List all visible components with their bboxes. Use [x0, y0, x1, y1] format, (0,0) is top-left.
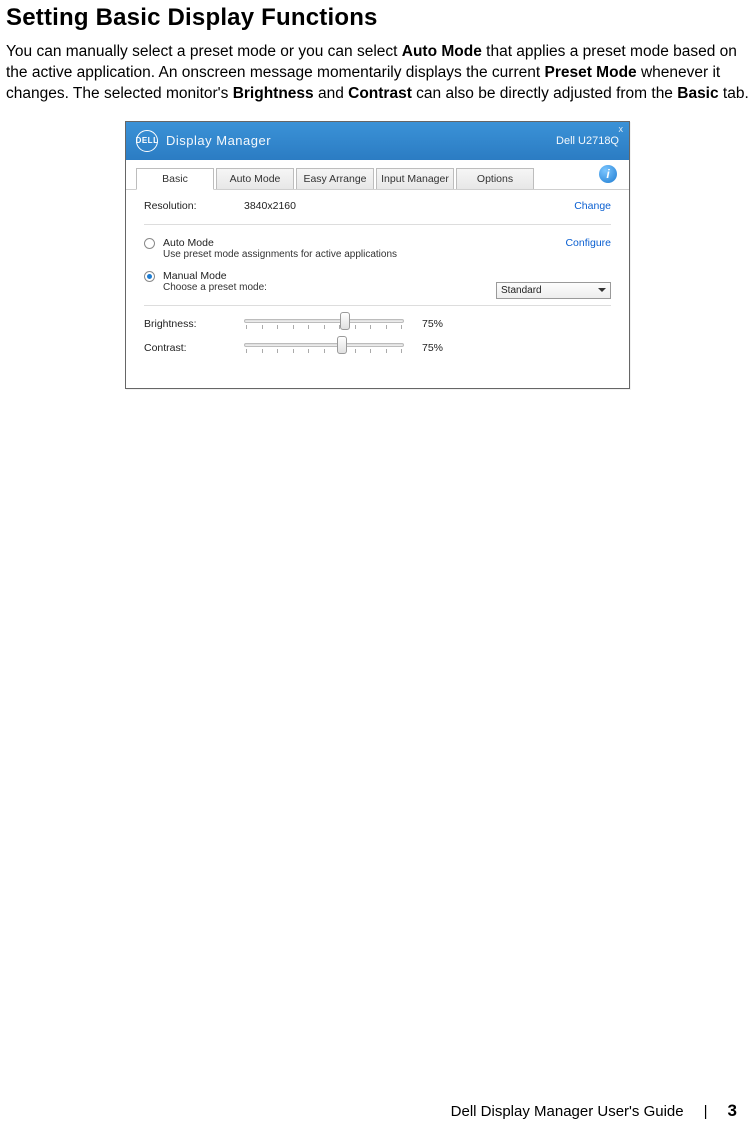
preset-mode-selected: Standard [501, 285, 542, 296]
contrast-term: Contrast [348, 85, 412, 102]
contrast-label: Contrast: [144, 342, 244, 354]
contrast-thumb[interactable] [337, 336, 347, 354]
page-footer: Dell Display Manager User's Guide | 3 [451, 1101, 737, 1121]
separator [144, 305, 611, 306]
auto-mode-title: Auto Mode [163, 237, 397, 249]
contrast-row: Contrast: 75% [144, 342, 611, 354]
preset-mode-term: Preset Mode [544, 64, 636, 81]
info-icon[interactable]: i [599, 165, 617, 183]
brightness-term: Brightness [233, 85, 314, 102]
change-resolution-link[interactable]: Change [574, 200, 611, 212]
close-icon[interactable]: x [619, 124, 624, 134]
contrast-slider[interactable] [244, 343, 404, 353]
app-title: Display Manager [166, 133, 271, 148]
tab-basic[interactable]: Basic [136, 168, 214, 190]
tab-bar: Basic Auto Mode Easy Arrange Input Manag… [126, 160, 629, 190]
auto-mode-radio[interactable] [144, 238, 155, 249]
app-window: DELL Display Manager Dell U2718Q x Basic… [125, 121, 630, 389]
auto-mode-subtitle: Use preset mode assignments for active a… [163, 249, 397, 260]
tab-options[interactable]: Options [456, 168, 534, 189]
dell-logo-icon: DELL [136, 130, 158, 152]
tab-easy-arrange[interactable]: Easy Arrange [296, 168, 374, 189]
contrast-value: 75% [422, 342, 443, 354]
configure-link[interactable]: Configure [565, 237, 611, 249]
brightness-label: Brightness: [144, 318, 244, 330]
manual-mode-option: Manual Mode Choose a preset mode: Standa… [144, 270, 611, 293]
brightness-value: 75% [422, 318, 443, 330]
intro-text: tab. [719, 85, 749, 102]
monitor-model: Dell U2718Q [556, 135, 619, 147]
intro-text: can also be directly adjusted from the [412, 85, 677, 102]
resolution-row: Resolution: 3840x2160 Change [144, 200, 611, 212]
basic-panel: Resolution: 3840x2160 Change Auto Mode U… [126, 190, 629, 388]
footer-guide-title: Dell Display Manager User's Guide [451, 1103, 684, 1120]
intro-paragraph: You can manually select a preset mode or… [6, 42, 749, 105]
title-bar: DELL Display Manager Dell U2718Q x [126, 122, 629, 160]
basic-term: Basic [677, 85, 718, 102]
auto-mode-term: Auto Mode [402, 43, 482, 60]
intro-text: and [314, 85, 348, 102]
tab-input-manager[interactable]: Input Manager [376, 168, 454, 189]
brightness-row: Brightness: 75% [144, 318, 611, 330]
manual-mode-title: Manual Mode [163, 270, 267, 282]
brightness-slider[interactable] [244, 319, 404, 329]
section-heading: Setting Basic Display Functions [6, 4, 749, 32]
manual-mode-subtitle: Choose a preset mode: [163, 282, 267, 293]
page-number: 3 [728, 1101, 737, 1121]
brightness-thumb[interactable] [340, 312, 350, 330]
resolution-label: Resolution: [144, 200, 244, 212]
intro-text: You can manually select a preset mode or… [6, 43, 402, 60]
separator [144, 224, 611, 225]
chevron-down-icon [598, 288, 606, 292]
tab-auto-mode[interactable]: Auto Mode [216, 168, 294, 189]
resolution-value: 3840x2160 [244, 200, 364, 212]
auto-mode-option: Auto Mode Use preset mode assignments fo… [144, 237, 611, 260]
manual-mode-radio[interactable] [144, 271, 155, 282]
preset-mode-select[interactable]: Standard [496, 282, 611, 299]
footer-divider: | [704, 1103, 708, 1120]
